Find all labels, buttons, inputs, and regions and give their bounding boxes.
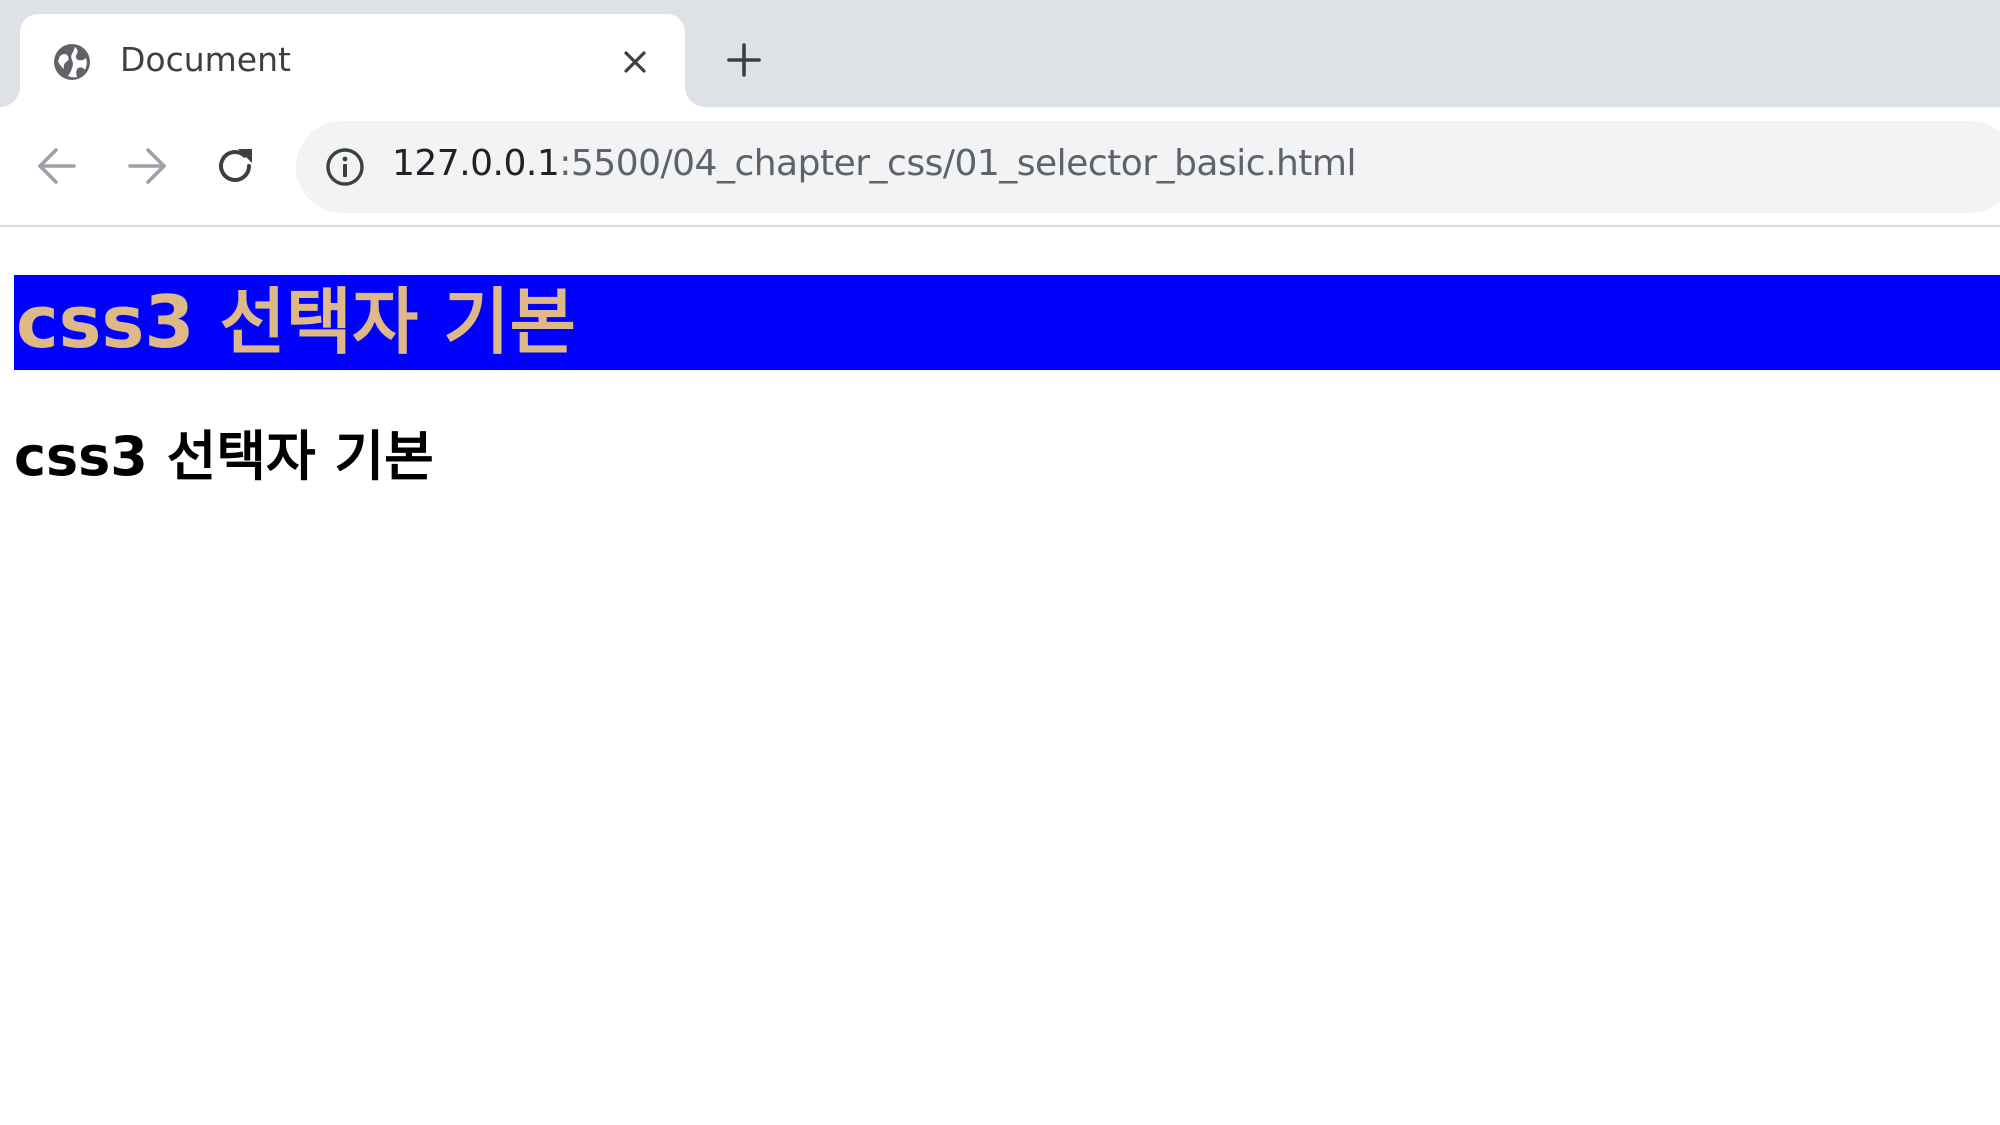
url-path: :5500/04_chapter_css/01_selector_basic.h… [559,143,1356,184]
browser-toolbar: 127.0.0.1:5500/04_chapter_css/01_selecto… [0,107,2000,227]
active-tab[interactable]: Document [20,14,685,107]
tab-title: Document [120,40,291,79]
arrow-left-icon[interactable] [34,143,80,189]
tab-strip: Document [0,0,2000,107]
address-bar[interactable]: 127.0.0.1:5500/04_chapter_css/01_selecto… [296,121,2000,213]
info-icon[interactable] [324,146,366,188]
plus-icon[interactable] [726,42,762,78]
url-text[interactable]: 127.0.0.1:5500/04_chapter_css/01_selecto… [392,143,1356,184]
url-host: 127.0.0.1 [392,143,560,184]
page-content: css3 선택자 기본 css3 선택자 기본 [0,229,2000,1125]
globe-icon [52,42,92,82]
close-icon[interactable] [622,49,648,75]
arrow-right-icon[interactable] [124,143,170,189]
styled-heading: css3 선택자 기본 [14,275,2000,370]
reload-icon[interactable] [212,143,258,189]
plain-heading: css3 선택자 기본 [14,425,434,488]
